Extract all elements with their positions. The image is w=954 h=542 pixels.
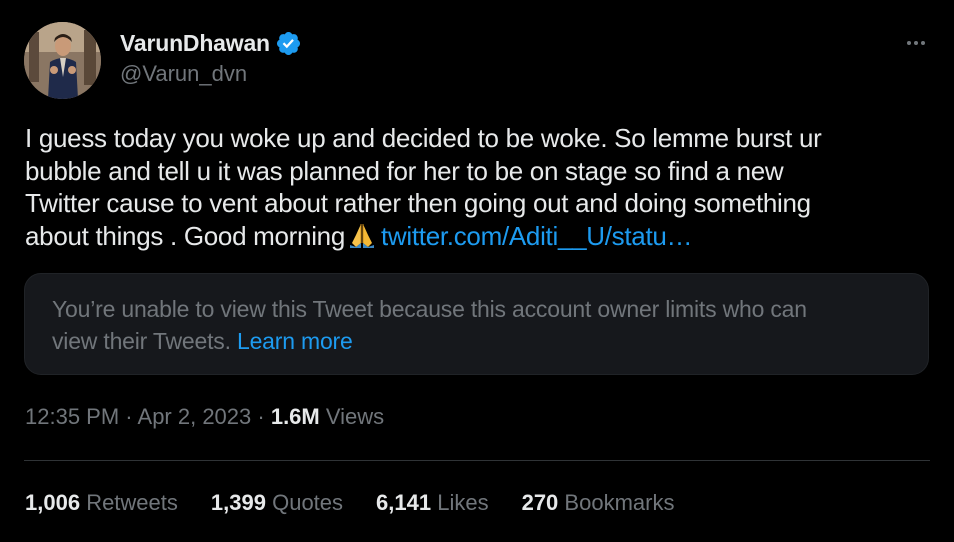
tweet-date[interactable]: Apr 2, 2023 — [138, 404, 252, 429]
verified-badge-icon — [276, 31, 300, 55]
meta-separator: · — [251, 404, 271, 429]
divider — [24, 460, 930, 461]
author-handle[interactable]: @Varun_dvn — [120, 61, 247, 87]
author-name-row[interactable]: VarunDhawan — [120, 28, 302, 58]
tweet-line: Twitter cause to vent about rather then … — [25, 188, 811, 218]
tweet-meta: 12:35 PM · Apr 2, 2023 · 1.6M Views — [25, 404, 384, 430]
stat-label: Retweets — [86, 490, 178, 515]
stat-count: 1,006 — [25, 490, 81, 515]
likes-stat[interactable]: 6,141 Likes — [376, 490, 489, 516]
tweet-link[interactable]: twitter.com/Aditi__U/statu… — [381, 221, 693, 251]
quote-message-line-text: view their Tweets. — [52, 328, 231, 354]
quote-message-line: view their Tweets. Learn more — [52, 325, 912, 357]
tweet-line: I guess today you woke up and decided to… — [25, 123, 822, 153]
more-dots-icon — [907, 41, 911, 45]
folded-hands-emoji-icon — [350, 223, 374, 248]
more-dot — [921, 41, 925, 45]
avatar[interactable] — [24, 22, 101, 99]
tweet-line: bubble and tell u it was planned for her… — [25, 155, 784, 186]
stat-count: 6,141 — [376, 490, 432, 515]
stat-label: Quotes — [272, 490, 344, 515]
views-label: Views — [325, 404, 385, 429]
stat-count: 270 — [521, 490, 559, 515]
retweets-stat[interactable]: 1,006 Retweets — [25, 490, 178, 516]
quoted-tweet-message: You’re unable to view this Tweet because… — [52, 293, 912, 357]
more-options-button[interactable] — [898, 30, 934, 56]
learn-more-link[interactable]: Learn more — [237, 328, 353, 354]
tweet-line-last: about things . Good morning twitter.com/… — [25, 220, 930, 253]
stat-label: Likes — [437, 490, 489, 515]
stat-count: 1,399 — [210, 490, 266, 515]
tweet-time[interactable]: 12:35 PM — [25, 404, 119, 429]
stat-label: Bookmarks — [564, 490, 675, 515]
quote-message-line: You’re unable to view this Tweet because… — [52, 296, 807, 322]
tweet-line: about things . Good morning — [25, 220, 345, 251]
quoted-tweet-unavailable-card[interactable]: You’re unable to view this Tweet because… — [24, 273, 929, 375]
avatar-photo-icon — [24, 22, 101, 99]
author-display-name[interactable]: VarunDhawan — [120, 30, 270, 57]
bookmarks-stat[interactable]: 270 Bookmarks — [522, 490, 675, 516]
tweet-stats: 1,006 Retweets 1,399 Quotes 6,141 Likes … — [25, 490, 707, 516]
meta-separator: · — [119, 404, 138, 429]
views-count: 1.6M — [270, 404, 320, 429]
more-dot — [914, 41, 918, 45]
tweet-text: I guess today you woke up and decided to… — [25, 122, 930, 252]
quotes-stat[interactable]: 1,399 Quotes — [211, 490, 343, 516]
